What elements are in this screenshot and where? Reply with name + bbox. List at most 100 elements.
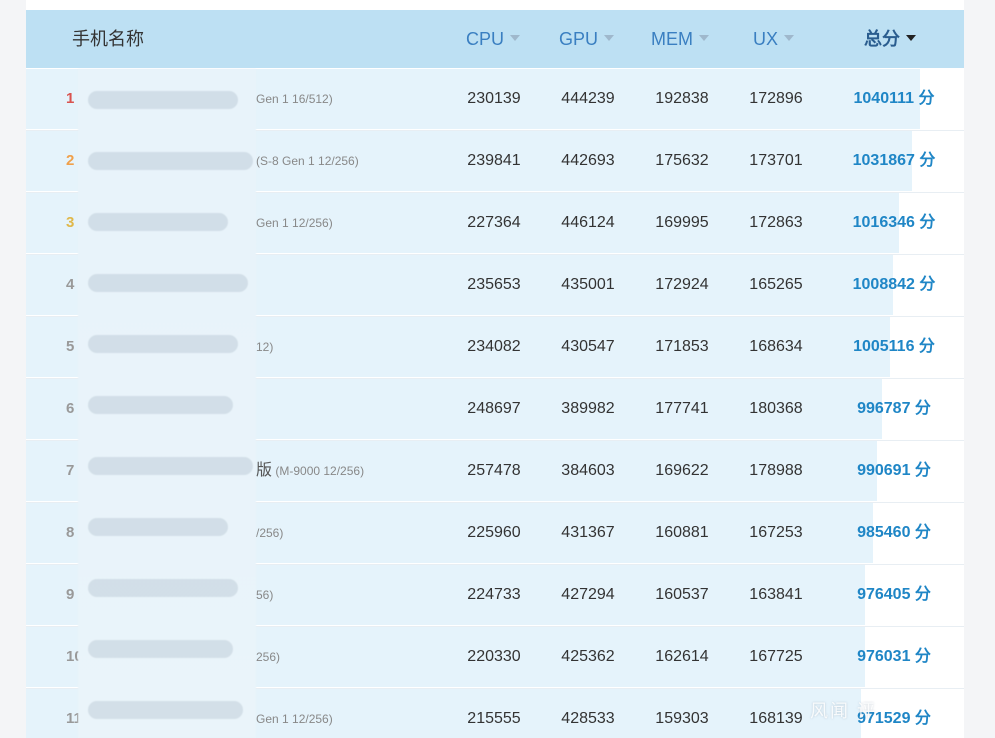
sort-ux-button[interactable]: UX [753,10,795,68]
phone-model-name[interactable]: Gen 1 12/256) [256,193,333,253]
rank-number: 7 [66,462,75,479]
cpu-score: 227364 [467,214,521,231]
cpu-score: 215555 [467,710,521,727]
model-spec: Gen 1 12/256) [256,712,333,726]
header-phone-name: 手机名称 [72,29,144,49]
phone-model-name[interactable]: (S-8 Gen 1 12/256) [256,131,359,191]
total-score: 976405 分 [857,586,931,603]
sort-caret-icon [784,35,795,42]
gpu-score: 442693 [561,152,615,169]
gpu-score: 446124 [561,214,615,231]
rank-number: 4 [66,276,75,293]
phone-model-name[interactable]: /256) [256,503,283,563]
ux-score: 168139 [749,710,803,727]
mem-score: 160537 [655,586,709,603]
sort-total-button[interactable]: 总分 [864,10,916,68]
top-strip [26,0,964,10]
mem-score: 172924 [655,276,709,293]
ux-score: 168634 [749,338,803,355]
sort-caret-active-icon [906,35,916,42]
model-spec: (M-9000 12/256) [275,464,365,478]
model-spec: 56) [256,588,274,602]
rank-number: 3 [66,214,75,231]
mem-score: 169622 [655,462,709,479]
mem-score: 175632 [655,152,709,169]
right-gutter [964,0,995,738]
cpu-score: 248697 [467,400,521,417]
cpu-score: 239841 [467,152,521,169]
header-gpu-label: GPU [559,29,599,49]
mem-score: 192838 [655,90,709,107]
rank-number: 8 [66,524,75,541]
ux-score: 180368 [749,400,803,417]
header-cpu-label: CPU [466,29,505,49]
gpu-score: 444239 [561,90,615,107]
sort-caret-icon [604,35,615,42]
mem-score: 162614 [655,648,709,665]
mem-score: 177741 [655,400,709,417]
model-spec: (S-8 Gen 1 12/256) [256,154,359,168]
watermark: 风闻 评 [810,701,878,721]
header-ux-label: UX [753,29,779,49]
model-spec: Gen 1 12/256) [256,216,333,230]
rank-number: 6 [66,400,75,417]
rank-number: 2 [66,152,75,169]
total-score: 1008842 分 [852,276,936,293]
gpu-score: 427294 [561,586,615,603]
ranking-panel: 手机名称 CPU GPU MEM UX 总分 1 Gen 1 16/512) 23… [26,0,964,738]
cpu-score: 235653 [467,276,521,293]
total-score: 976031 分 [857,648,931,665]
rank-number: 5 [66,338,75,355]
sort-mem-button[interactable]: MEM [651,10,709,68]
ux-score: 165265 [749,276,803,293]
blurred-model-names [78,69,256,738]
header-mem-label: MEM [651,29,693,49]
rank-number: 9 [66,586,75,603]
model-visible-text: 版 [256,462,273,479]
total-score: 1040111 分 [853,90,935,107]
phone-model-name[interactable]: 版 (M-9000 12/256) [256,441,364,501]
ux-score: 167725 [749,648,803,665]
sort-caret-icon [510,35,521,42]
total-score: 996787 分 [857,400,931,417]
phone-model-name[interactable]: Gen 1 16/512) [256,69,333,129]
model-spec: Gen 1 16/512) [256,92,333,106]
gpu-score: 389982 [561,400,615,417]
gpu-score: 425362 [561,648,615,665]
total-score: 1016346 分 [852,214,936,231]
gpu-score: 431367 [561,524,615,541]
ux-score: 172896 [749,90,803,107]
cpu-score: 220330 [467,648,521,665]
rank-number: 1 [66,90,75,107]
sort-gpu-button[interactable]: GPU [559,10,615,68]
total-score: 985460 分 [857,524,931,541]
mem-score: 160881 [655,524,709,541]
gpu-score: 384603 [561,462,615,479]
header-total-label: 总分 [864,29,900,49]
ux-score: 167253 [749,524,803,541]
phone-model-name[interactable]: 12) [256,317,273,377]
cpu-score: 234082 [467,338,521,355]
ux-score: 163841 [749,586,803,603]
phone-model-name[interactable]: Gen 1 12/256) [256,689,333,738]
cpu-score: 230139 [467,90,521,107]
gpu-score: 428533 [561,710,615,727]
sort-caret-icon [699,35,709,42]
ux-score: 172863 [749,214,803,231]
gpu-score: 435001 [561,276,615,293]
total-score: 1031867 分 [852,152,936,169]
cpu-score: 224733 [467,586,521,603]
cpu-score: 225960 [467,524,521,541]
mem-score: 159303 [655,710,709,727]
cpu-score: 257478 [467,462,521,479]
mem-score: 169995 [655,214,709,231]
model-spec: 256) [256,650,281,664]
ux-score: 178988 [749,462,803,479]
total-score: 990691 分 [857,462,931,479]
model-spec: /256) [256,526,284,540]
phone-model-name[interactable]: 256) [256,627,280,687]
mem-score: 171853 [655,338,709,355]
gpu-score: 430547 [561,338,615,355]
sort-cpu-button[interactable]: CPU [466,10,521,68]
phone-model-name[interactable]: 56) [256,565,273,625]
